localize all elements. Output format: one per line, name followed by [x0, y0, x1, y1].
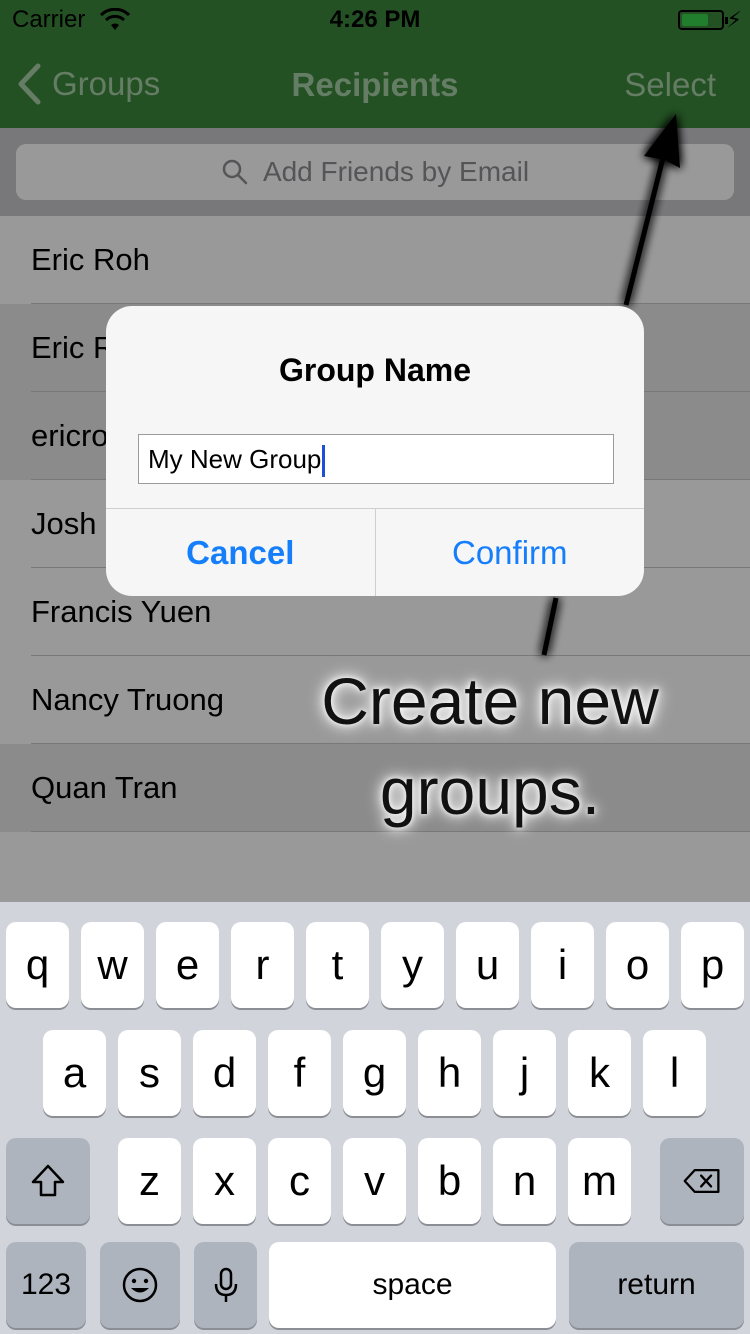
key-v[interactable]: v: [343, 1138, 406, 1224]
key-r[interactable]: r: [231, 922, 294, 1008]
key-w[interactable]: w: [81, 922, 144, 1008]
confirm-button[interactable]: Confirm: [376, 509, 645, 596]
key-u[interactable]: u: [456, 922, 519, 1008]
shift-key[interactable]: [6, 1138, 90, 1224]
return-key[interactable]: return: [569, 1242, 744, 1328]
key-h[interactable]: h: [418, 1030, 481, 1116]
key-i[interactable]: i: [531, 922, 594, 1008]
key-m[interactable]: m: [568, 1138, 631, 1224]
annotation-callout: Create new groups.: [290, 656, 690, 836]
key-j[interactable]: j: [493, 1030, 556, 1116]
key-g[interactable]: g: [343, 1030, 406, 1116]
delete-key[interactable]: [660, 1138, 744, 1224]
group-name-value: My New Group: [148, 444, 322, 474]
backspace-icon: [683, 1168, 720, 1194]
dictation-key[interactable]: [194, 1242, 257, 1328]
key-t[interactable]: t: [306, 922, 369, 1008]
key-z[interactable]: z: [118, 1138, 181, 1224]
key-c[interactable]: c: [268, 1138, 331, 1224]
keyboard: q w e r t y u i o p a s d f g h j k l z …: [0, 902, 750, 1334]
key-p[interactable]: p: [681, 922, 744, 1008]
key-k[interactable]: k: [568, 1030, 631, 1116]
group-name-dialog: Group Name My New Group Cancel Confirm: [106, 306, 644, 596]
cancel-button[interactable]: Cancel: [106, 509, 376, 596]
key-x[interactable]: x: [193, 1138, 256, 1224]
callout-line-1: Create new: [321, 664, 659, 738]
space-key[interactable]: space: [269, 1242, 556, 1328]
microphone-icon: [214, 1267, 237, 1302]
key-l[interactable]: l: [643, 1030, 706, 1116]
dialog-title: Group Name: [278, 352, 472, 388]
callout-line-2: groups.: [379, 754, 601, 828]
key-n[interactable]: n: [493, 1138, 556, 1224]
key-f[interactable]: f: [268, 1030, 331, 1116]
key-q[interactable]: q: [6, 922, 69, 1008]
shift-icon: [31, 1164, 65, 1197]
numbers-key[interactable]: 123: [6, 1242, 86, 1328]
key-s[interactable]: s: [118, 1030, 181, 1116]
dialog-buttons: Cancel Confirm: [106, 508, 644, 596]
emoji-key[interactable]: [100, 1242, 180, 1328]
group-name-input[interactable]: My New Group: [138, 434, 614, 484]
key-d[interactable]: d: [193, 1030, 256, 1116]
key-y[interactable]: y: [381, 922, 444, 1008]
key-o[interactable]: o: [606, 922, 669, 1008]
text-cursor: [322, 445, 326, 478]
key-e[interactable]: e: [156, 922, 219, 1008]
key-b[interactable]: b: [418, 1138, 481, 1224]
key-a[interactable]: a: [43, 1030, 106, 1116]
emoji-icon: [122, 1267, 158, 1303]
